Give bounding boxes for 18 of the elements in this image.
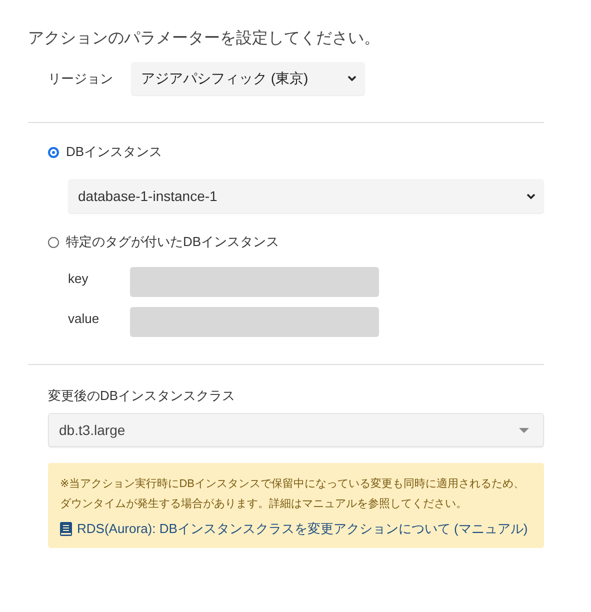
chevron-down-icon bbox=[526, 192, 536, 200]
book-icon bbox=[60, 522, 72, 536]
input-field[interactable] bbox=[130, 307, 379, 337]
dropdown[interactable]: database-1-instance-1 bbox=[68, 179, 544, 213]
caret-icon bbox=[519, 428, 529, 432]
field-label: key bbox=[68, 270, 90, 288]
dropdown[interactable]: db.t3.large bbox=[48, 413, 544, 447]
field-label: リージョン bbox=[48, 70, 113, 88]
page-heading: アクションのパラメーターを設定してください。 bbox=[28, 28, 381, 49]
radio-option[interactable]: DBインスタンス bbox=[48, 143, 544, 161]
manual-link[interactable]: RDS(Aurora): DBインスタンスクラスを変更アクションについて (マニュアル) bbox=[77, 520, 528, 538]
field-label: 変更後のDBインスタンスクラス bbox=[48, 387, 236, 405]
field-label: value bbox=[68, 310, 100, 328]
input-field[interactable] bbox=[130, 267, 379, 297]
notice-text: ※当アクション実行時にDBインスタンスで保留中になっている変更も同時に適用されるため、ダウンタイムが発生する場合があります。詳細はマニュアルを参照してください。 bbox=[60, 476, 526, 512]
chevron-down-icon bbox=[347, 75, 357, 82]
dropdown[interactable]: アジアパシフィック (東京) bbox=[131, 62, 365, 95]
radio-option[interactable]: 特定のタグが付いたDBインスタンス bbox=[48, 233, 544, 251]
